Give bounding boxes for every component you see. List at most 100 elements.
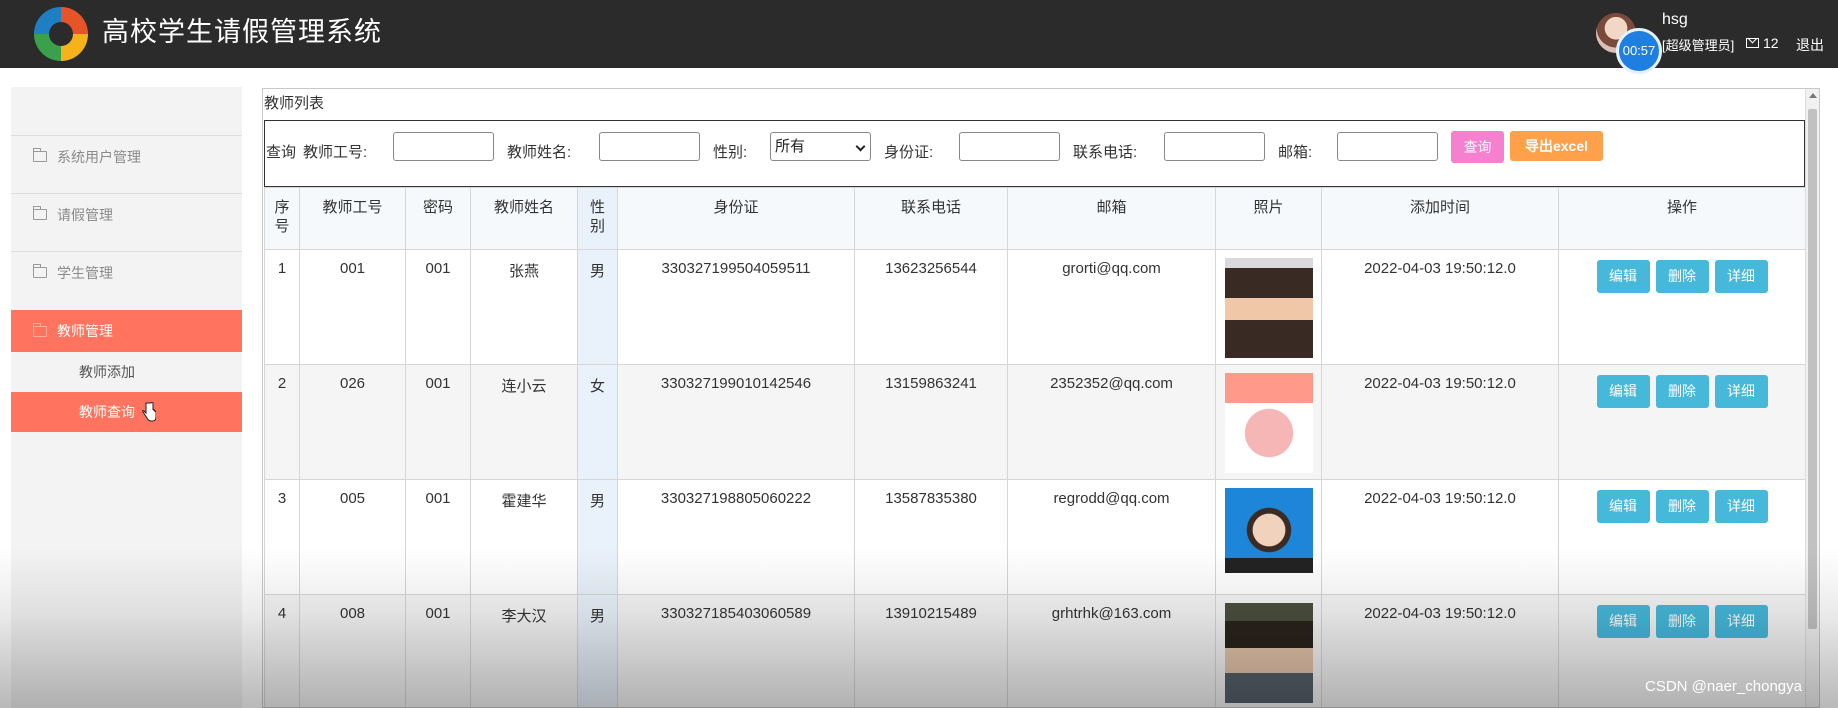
edit-button[interactable]: 编辑: [1596, 260, 1650, 293]
cell-photo: [1215, 594, 1322, 707]
sidebar-item-teachers[interactable]: 教师管理: [11, 310, 242, 352]
cell-id-card: 330327185403060589: [617, 594, 855, 707]
sidebar-item-label: 系统用户管理: [57, 148, 141, 165]
delete-button[interactable]: 删除: [1655, 605, 1709, 638]
cell-index: 3: [264, 479, 300, 595]
cell-added-time: 2022-04-03 19:50:12.0: [1321, 249, 1559, 365]
cell-photo: [1215, 364, 1322, 480]
detail-button[interactable]: 详细: [1714, 375, 1768, 408]
cell-teacher-no: 026: [299, 364, 406, 480]
cell-teacher-no: 008: [299, 594, 406, 707]
delete-button[interactable]: 删除: [1655, 490, 1709, 523]
cell-id-card: 330327198805060222: [617, 479, 855, 595]
scroll-up-icon[interactable]: [1809, 93, 1817, 98]
edit-button[interactable]: 编辑: [1596, 605, 1650, 638]
cell-name: 李大汉: [470, 594, 578, 707]
export-excel-button[interactable]: 导出excel: [1510, 131, 1603, 161]
vertical-scrollbar[interactable]: [1805, 89, 1819, 707]
cell-password: 001: [405, 249, 471, 365]
cell-phone: 13159863241: [854, 364, 1008, 480]
panel-title: 教师列表: [264, 95, 325, 112]
sidebar-item-system-users[interactable]: 系统用户管理: [11, 135, 242, 177]
teacher-photo: [1224, 603, 1313, 703]
sidebar-item-label: 学生管理: [57, 264, 113, 281]
cell-gender: 男: [577, 249, 618, 365]
delete-button[interactable]: 删除: [1655, 260, 1709, 293]
teacher-name-label: 教师姓名:: [507, 144, 572, 161]
edit-button[interactable]: 编辑: [1596, 375, 1650, 408]
email-label: 邮箱:: [1278, 144, 1313, 161]
teacher-name-input[interactable]: [599, 132, 700, 161]
email-input[interactable]: [1337, 132, 1438, 161]
cell-name: 霍建华: [470, 479, 578, 595]
cell-photo: [1215, 479, 1322, 595]
user-name: hsg: [1662, 11, 1688, 28]
user-role: [超级管理员]: [1662, 38, 1735, 53]
cell-id-card: 330327199504059511: [617, 249, 855, 365]
table-row: 1 001 001 张燕 男 330327199504059511 136232…: [264, 249, 1806, 365]
column-header: 联系电话: [854, 187, 1008, 250]
chevron-down-icon: [855, 141, 866, 152]
detail-button[interactable]: 详细: [1714, 605, 1768, 638]
cell-actions: 编辑 删除 详细: [1558, 249, 1806, 365]
cell-password: 001: [405, 594, 471, 707]
sidebar-item-leave[interactable]: 请假管理: [11, 193, 242, 235]
message-count: 12: [1763, 35, 1779, 51]
id-card-input[interactable]: [959, 132, 1060, 161]
folder-icon: [33, 148, 47, 162]
messages-link[interactable]: 12: [1746, 35, 1779, 51]
teacher-list-panel: 教师列表 查询 教师工号: 教师姓名: 性别: 所有 身份证: 联系电话: 邮箱…: [262, 88, 1820, 708]
search-form: 查询 教师工号: 教师姓名: 性别: 所有 身份证: 联系电话: 邮箱: 查询 …: [264, 120, 1805, 187]
column-header: 性别: [577, 187, 618, 250]
column-header: 身份证: [617, 187, 855, 250]
teacher-table: 序号 教师工号 密码 教师姓名 性别 身份证 联系电话 邮箱 照片 添加时间 操…: [264, 187, 1806, 707]
edit-button[interactable]: 编辑: [1596, 490, 1650, 523]
column-header: 序号: [264, 187, 300, 250]
column-header: 邮箱: [1007, 187, 1216, 250]
id-card-label: 身份证:: [884, 144, 934, 161]
gender-select-value: 所有: [775, 138, 806, 155]
sidebar-item-label: 请假管理: [57, 206, 113, 223]
cell-teacher-no: 001: [299, 249, 406, 365]
column-header: 密码: [405, 187, 471, 250]
teacher-no-input[interactable]: [393, 132, 494, 161]
recording-timer: 00:57: [1616, 28, 1662, 74]
sidebar-subitem-teacher-add[interactable]: 教师添加: [11, 352, 242, 392]
cell-email: grhtrhk@163.com: [1007, 594, 1216, 707]
cell-added-time: 2022-04-03 19:50:12.0: [1321, 479, 1559, 595]
detail-button[interactable]: 详细: [1714, 490, 1768, 523]
delete-button[interactable]: 删除: [1655, 375, 1709, 408]
sidebar-subitem-label: 教师查询: [79, 404, 135, 420]
cell-phone: 13623256544: [854, 249, 1008, 365]
query-button[interactable]: 查询: [1451, 131, 1504, 163]
cell-added-time: 2022-04-03 19:50:12.0: [1321, 594, 1559, 707]
phone-input[interactable]: [1164, 132, 1265, 161]
logout-link[interactable]: 退出: [1796, 35, 1824, 55]
cell-photo: [1215, 249, 1322, 365]
cell-index: 1: [264, 249, 300, 365]
column-header: 照片: [1215, 187, 1322, 250]
folder-icon: [33, 264, 47, 278]
top-header: 高校学生请假管理系统 00:57 hsg [超级管理员] 12 退出: [0, 0, 1838, 74]
mail-icon: [1746, 38, 1759, 48]
app-logo-icon: [34, 7, 88, 61]
folder-icon: [33, 322, 47, 337]
cell-actions: 编辑 删除 详细: [1558, 364, 1806, 480]
cell-email: 2352352@qq.com: [1007, 364, 1216, 480]
watermark: CSDN @naer_chongya: [1645, 678, 1802, 695]
table-row: 3 005 001 霍建华 男 330327198805060222 13587…: [264, 479, 1806, 595]
detail-button[interactable]: 详细: [1714, 260, 1768, 293]
cell-added-time: 2022-04-03 19:50:12.0: [1321, 364, 1559, 480]
gender-select[interactable]: 所有: [770, 132, 871, 161]
cell-index: 4: [264, 594, 300, 707]
sidebar-item-students[interactable]: 学生管理: [11, 251, 242, 293]
teacher-no-label: 教师工号:: [303, 144, 368, 161]
sidebar-subitem-teacher-query[interactable]: 教师查询: [11, 392, 242, 432]
cell-gender: 女: [577, 364, 618, 480]
folder-icon: [33, 206, 47, 220]
cell-phone: 13910215489: [854, 594, 1008, 707]
scrollbar-thumb[interactable]: [1808, 109, 1817, 629]
cell-id-card: 330327199010142546: [617, 364, 855, 480]
cell-email: grorti@qq.com: [1007, 249, 1216, 365]
column-header: 操作: [1558, 187, 1806, 250]
